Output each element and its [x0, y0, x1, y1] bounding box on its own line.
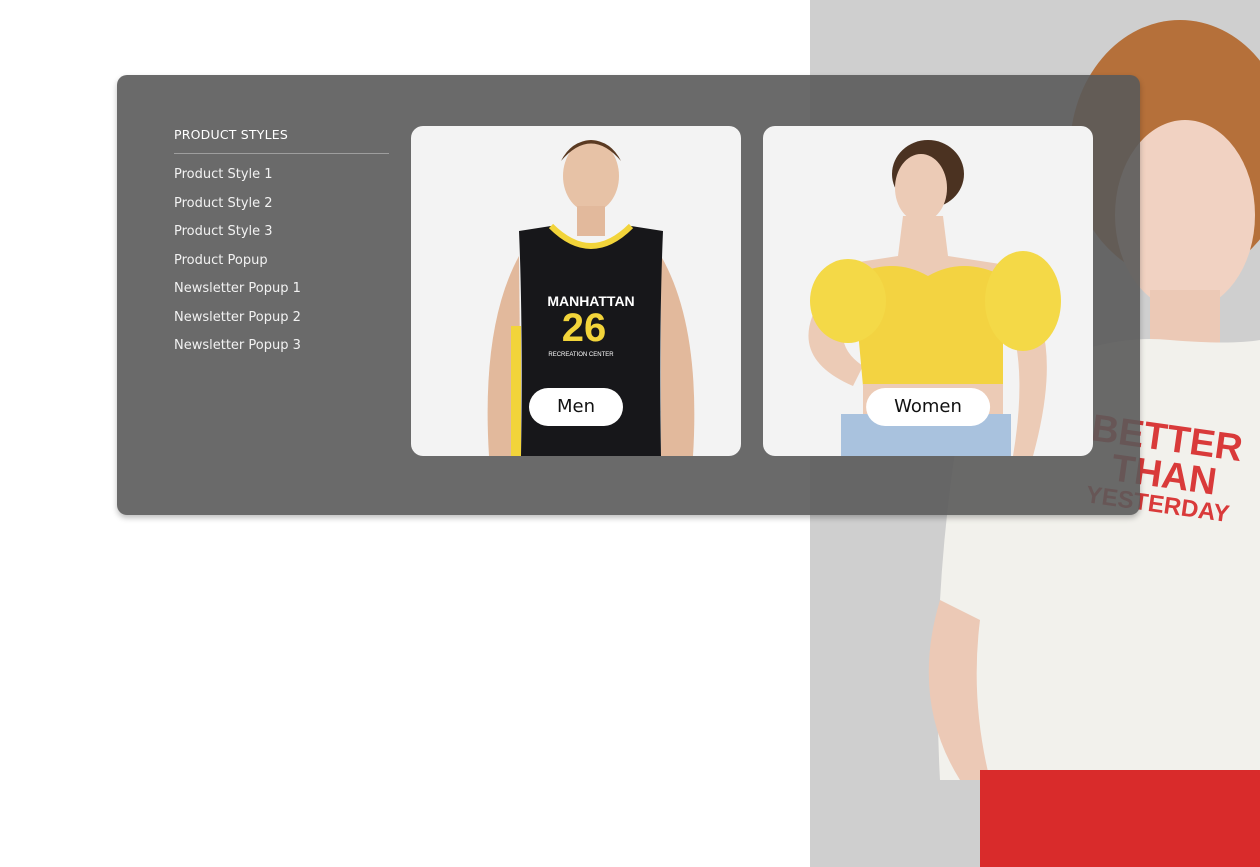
jersey-subtext: RECREATION CENTER — [548, 352, 614, 358]
menu-list: Product Style 1 Product Style 2 Product … — [174, 168, 389, 368]
menu-item-newsletter-popup-3[interactable]: Newsletter Popup 3 — [174, 339, 389, 368]
menu-item-product-style-3[interactable]: Product Style 3 — [174, 225, 389, 254]
menu-item-newsletter-popup-1[interactable]: Newsletter Popup 1 — [174, 282, 389, 311]
menu-item-product-style-1[interactable]: Product Style 1 — [174, 168, 389, 197]
women-category-button[interactable]: Women — [866, 388, 990, 426]
menu-item-newsletter-popup-2[interactable]: Newsletter Popup 2 — [174, 310, 389, 340]
menu-item-product-popup[interactable]: Product Popup — [174, 253, 389, 283]
category-card-women[interactable]: Women — [763, 126, 1093, 456]
jersey-number: 26 — [562, 306, 607, 350]
menu-heading: PRODUCT STYLES — [174, 127, 389, 154]
product-styles-column: PRODUCT STYLES Product Style 1 Product S… — [174, 127, 389, 368]
menu-item-product-style-2[interactable]: Product Style 2 — [174, 196, 389, 226]
mega-menu-panel: PRODUCT STYLES Product Style 1 Product S… — [117, 75, 1140, 515]
men-category-button[interactable]: Men — [528, 388, 624, 426]
category-card-men[interactable]: MANHATTAN 26 RECREATION CENTER Men — [411, 126, 741, 456]
